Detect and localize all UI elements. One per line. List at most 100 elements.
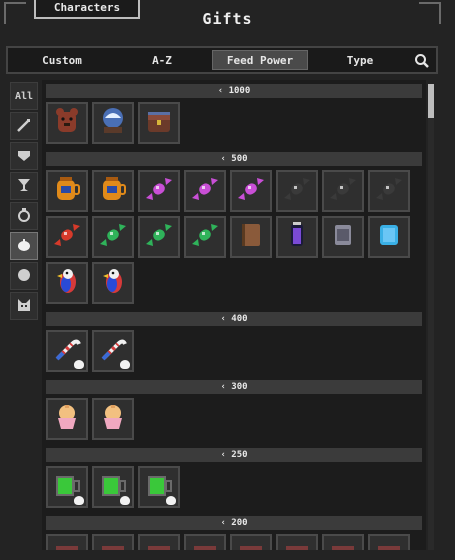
crate-icon [144,538,174,550]
gift-slot[interactable] [46,102,88,144]
gift-slot[interactable] [46,466,88,508]
gift-slot[interactable] [184,170,226,212]
gem-icon [16,147,32,166]
candy-icon [52,220,82,254]
food-badge-icon [120,496,130,505]
parrot-icon [52,266,82,300]
gift-slot[interactable] [368,534,410,550]
candy-icon [328,174,358,208]
candy-icon [374,174,404,208]
search-button[interactable] [412,51,432,71]
tin-can-icon [328,220,358,254]
gift-slot[interactable] [368,216,410,258]
candy-icon [190,220,220,254]
gift-slot[interactable] [138,170,180,212]
section-header: ‹ 400 [46,312,422,326]
gift-slot[interactable] [92,534,134,550]
gift-slot[interactable] [276,170,318,212]
treasure-chest-icon [144,106,174,140]
gift-grid [42,532,426,550]
crate-icon [52,538,82,550]
section-header: ‹ 200 [46,516,422,530]
section-header: ‹ 250 [46,448,422,462]
gift-slot[interactable] [46,534,88,550]
gift-grid [42,168,426,308]
crate-icon [98,538,128,550]
gift-grid [42,464,426,512]
crate-icon [374,538,404,550]
gift-grid [42,328,426,376]
gift-grid [42,100,426,148]
candy-icon [236,174,266,208]
cupcake-icon [52,402,82,436]
candy-icon [190,174,220,208]
category-minerals[interactable] [10,262,38,290]
category-gems[interactable] [10,142,38,170]
gift-slot[interactable] [184,534,226,550]
gift-slot[interactable] [46,216,88,258]
crate-icon [236,538,266,550]
category-tools[interactable] [10,112,38,140]
crate-icon [328,538,358,550]
gift-slot[interactable] [92,216,134,258]
gift-slot[interactable] [138,102,180,144]
sort-tab-type[interactable]: Type [308,50,412,70]
gift-slot[interactable] [138,466,180,508]
gift-slot[interactable] [276,216,318,258]
gift-slot[interactable] [92,262,134,304]
cupcake-icon [98,402,128,436]
category-rings[interactable] [10,202,38,230]
gift-slot[interactable] [184,216,226,258]
candy-icon [144,220,174,254]
gift-list[interactable]: ‹ 1000 ‹ 500 ‹ 400 ‹ 300 ‹ 250 ‹ 200 [42,80,426,550]
ore-icon [16,267,32,286]
search-icon [415,54,429,68]
gifts-window: Characters Gifts Custom A-Z Feed Power T… [0,0,455,560]
gift-slot[interactable] [230,170,272,212]
gift-slot[interactable] [92,330,134,372]
gift-slot[interactable] [322,534,364,550]
ice-cube-icon [374,220,404,254]
category-all[interactable]: All [10,82,38,110]
gift-slot[interactable] [46,262,88,304]
scrollbar[interactable] [428,84,434,550]
gift-slot[interactable] [92,466,134,508]
parrot-icon [98,266,128,300]
category-food[interactable] [10,232,38,260]
section-header: ‹ 300 [46,380,422,394]
crate-icon [190,538,220,550]
snow-globe-icon [98,106,128,140]
sort-tab-a-z[interactable]: A-Z [112,50,212,70]
food-badge-icon [166,496,176,505]
gift-slot[interactable] [46,330,88,372]
gift-slot[interactable] [138,534,180,550]
scrollbar-thumb[interactable] [428,84,434,118]
candy-icon [144,174,174,208]
section-header: ‹ 1000 [46,84,422,98]
gift-slot[interactable] [138,216,180,258]
gift-slot[interactable] [230,216,272,258]
category-drinks[interactable] [10,172,38,200]
gift-slot[interactable] [92,170,134,212]
gift-slot[interactable] [322,170,364,212]
ring-icon [16,207,32,226]
food-badge-icon [74,496,84,505]
gift-slot[interactable] [92,102,134,144]
candy-icon [98,220,128,254]
gift-slot[interactable] [322,216,364,258]
gift-slot[interactable] [92,398,134,440]
candy-icon [282,174,312,208]
gift-slot[interactable] [230,534,272,550]
gift-slot[interactable] [46,170,88,212]
category-creatures[interactable] [10,292,38,320]
sort-tab-custom[interactable]: Custom [12,50,112,70]
gift-slot[interactable] [46,398,88,440]
goblet-icon [16,177,32,196]
sort-tab-feed-power[interactable]: Feed Power [212,50,308,70]
gift-slot[interactable] [368,170,410,212]
gift-grid [42,396,426,444]
amber-jar-icon [98,174,128,208]
category-sidebar: All [10,82,40,320]
gift-slot[interactable] [276,534,318,550]
book-icon [236,220,266,254]
